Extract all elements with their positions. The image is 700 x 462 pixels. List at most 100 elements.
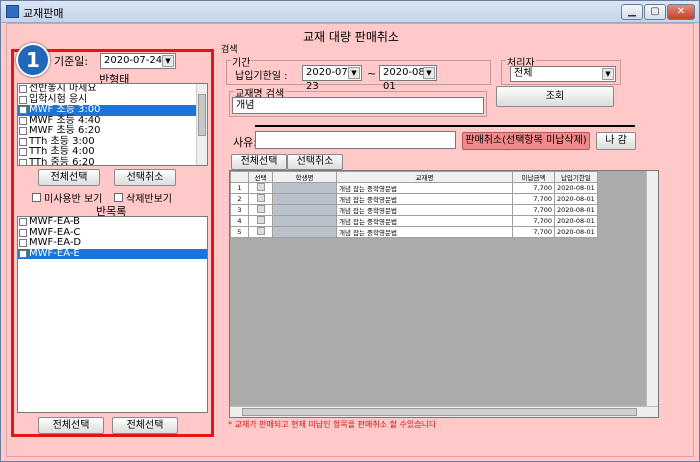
list-item[interactable]: MWF 초등 3:00 xyxy=(18,105,207,116)
checkbox-icon[interactable] xyxy=(19,228,27,237)
cancel-sale-button[interactable]: 판매취소(선택항목 미납삭제) xyxy=(462,132,590,150)
class-select-all-button[interactable]: 전체선택 xyxy=(38,169,100,186)
grid-select-all-button[interactable]: 전체선택 xyxy=(231,154,287,170)
book-name-cell: 개념 잡는 중학영문법 xyxy=(336,182,513,194)
date-value: 2020-07-24 xyxy=(104,55,163,66)
row-checkbox[interactable] xyxy=(248,204,273,216)
checkbox-icon[interactable] xyxy=(19,95,27,104)
class-deselect-button[interactable]: 선택취소 xyxy=(114,169,176,186)
date-to-combo[interactable]: 2020-08-01 ▼ xyxy=(379,65,437,92)
student-name-cell xyxy=(272,182,337,194)
checkbox-icon[interactable] xyxy=(32,193,41,202)
exit-button[interactable]: 나 감 xyxy=(596,132,636,150)
list-item[interactable]: TTh 중등 6:20 xyxy=(18,157,207,165)
list-item-label: MWF-EA-C xyxy=(29,226,81,238)
list-item-label: TTh 초등 4:00 xyxy=(29,146,95,158)
column-header[interactable]: 선택 xyxy=(248,171,273,183)
chevron-down-icon[interactable]: ▼ xyxy=(162,55,174,67)
search-button[interactable]: 조회 xyxy=(496,86,614,107)
maximize-icon[interactable]: ▢ xyxy=(644,4,666,20)
checkbox-icon[interactable] xyxy=(19,158,27,165)
reason-input[interactable] xyxy=(255,131,456,149)
checkbox-icon[interactable]: ✓ xyxy=(19,249,27,258)
chevron-down-icon[interactable]: ▼ xyxy=(423,67,435,79)
close-icon[interactable]: ✕ xyxy=(667,4,695,20)
table-row[interactable]: 5 개념 잡는 중학영문법 7,700 2020-08-01 xyxy=(230,226,598,238)
grid-deselect-button[interactable]: 선택취소 xyxy=(287,154,343,170)
checkbox-icon[interactable] xyxy=(114,193,123,202)
date-to-value: 2020-08-01 xyxy=(383,67,429,92)
book-name-cell: 개념 잡는 중학영문법 xyxy=(336,226,513,238)
column-header[interactable]: 학생명 xyxy=(272,171,337,183)
list-item-label: MWF-EA-D xyxy=(29,237,82,249)
checkbox-icon[interactable] xyxy=(256,227,265,235)
due-date-cell: 2020-08-01 xyxy=(554,204,598,216)
table-row[interactable]: 4 개념 잡는 중학영문법 7,700 2020-08-01 xyxy=(230,215,598,227)
row-checkbox[interactable] xyxy=(248,182,273,194)
form-area: 교재 대량 판매취소 기준일: 2020-07-24 ▼ 반형태 선반놓지 마세… xyxy=(6,23,694,457)
list-item[interactable]: TTh 초등 4:00 xyxy=(18,147,207,158)
date-label: 기준일: xyxy=(54,55,89,68)
date-from-combo[interactable]: 2020-07-23 ▼ xyxy=(302,65,362,92)
date-from-value: 2020-07-23 xyxy=(306,67,352,92)
book-name-cell: 개념 잡는 중학영문법 xyxy=(336,215,513,227)
list-item[interactable]: ✓ MWF-EA-E xyxy=(18,248,207,259)
list-item[interactable]: MWF-EA-B xyxy=(18,217,207,228)
checkbox-icon[interactable] xyxy=(19,85,27,94)
row-number: 4 xyxy=(230,215,249,227)
book-search-input[interactable]: 개념 xyxy=(232,97,484,114)
class-type-list[interactable]: 선반놓지 마세요 입학시험 응시 MWF 초등 3:00 MWF 초등 4:40 MWF… xyxy=(17,83,208,166)
checkbox-icon[interactable] xyxy=(256,183,265,191)
due-date-cell: 2020-08-01 xyxy=(554,193,598,205)
amount-cell: 7,700 xyxy=(512,204,555,216)
class-filter-panel: 기준일: 2020-07-24 ▼ 반형태 선반놓지 마세요 입학시험 응시 MWF… xyxy=(11,49,214,437)
class-list-select-all-button[interactable]: 전체선택 xyxy=(38,417,104,434)
column-header[interactable]: 교재명 xyxy=(336,171,513,183)
checkbox-icon[interactable] xyxy=(19,116,27,125)
reason-label: 사유: xyxy=(233,136,257,149)
chevron-down-icon[interactable]: ▼ xyxy=(602,68,614,80)
table-row[interactable]: 2 개념 잡는 중학영문법 7,700 2020-08-01 xyxy=(230,193,598,205)
class-list-scrollbar[interactable] xyxy=(196,84,207,165)
checkbox-icon[interactable] xyxy=(256,194,265,202)
grid-vertical-scrollbar[interactable] xyxy=(646,171,658,407)
chevron-down-icon[interactable]: ▼ xyxy=(348,67,360,79)
grid-horizontal-scrollbar[interactable] xyxy=(230,406,658,417)
list-item-label: 선반놓지 마세요 xyxy=(29,83,97,95)
sales-grid[interactable]: 선택 학생명 교재명 미납금액 납입기한일 1 개념 잡는 중학영문법 7,700 2… xyxy=(229,170,659,418)
due-date-cell: 2020-08-01 xyxy=(554,226,598,238)
column-header[interactable]: 미납금액 xyxy=(512,171,555,183)
unused-class-checkbox[interactable]: 미사용반 보기 xyxy=(32,190,102,205)
checkbox-icon[interactable] xyxy=(19,106,27,115)
row-number: 2 xyxy=(230,193,249,205)
row-checkbox[interactable] xyxy=(248,193,273,205)
due-date-cell: 2020-08-01 xyxy=(554,215,598,227)
table-row[interactable]: 3 개념 잡는 중학영문법 7,700 2020-08-01 xyxy=(230,204,598,216)
date-combo[interactable]: 2020-07-24 ▼ xyxy=(100,53,176,69)
checkbox-icon[interactable] xyxy=(19,137,27,146)
row-checkbox[interactable] xyxy=(248,226,273,238)
class-list[interactable]: MWF-EA-B MWF-EA-C MWF-EA-D ✓ MWF-EA-E xyxy=(17,216,208,413)
unused-class-label: 미사용반 보기 xyxy=(44,194,103,205)
table-row[interactable]: 1 개념 잡는 중학영문법 7,700 2020-08-01 xyxy=(230,182,598,194)
tilde-label: ~ xyxy=(367,67,377,80)
minimize-icon[interactable]: ▁ xyxy=(621,4,643,20)
handler-combo[interactable]: 전체 ▼ xyxy=(510,66,616,82)
checkbox-icon[interactable] xyxy=(256,216,265,224)
list-item[interactable]: 선반놓지 마세요 xyxy=(18,84,207,95)
checkbox-icon[interactable] xyxy=(19,218,27,227)
column-header[interactable]: 납입기한일 xyxy=(554,171,598,183)
checkbox-icon[interactable] xyxy=(19,239,27,248)
class-list-select-all-button-2[interactable]: 전체선택 xyxy=(112,417,178,434)
divider-line xyxy=(255,125,635,127)
list-item[interactable]: MWF-EA-D xyxy=(18,238,207,249)
student-name-cell xyxy=(272,193,337,205)
amount-cell: 7,700 xyxy=(512,226,555,238)
checkbox-icon[interactable] xyxy=(19,127,27,136)
list-item[interactable]: MWF 초등 6:20 xyxy=(18,126,207,137)
app-icon xyxy=(6,5,19,18)
row-checkbox[interactable] xyxy=(248,215,273,227)
checkbox-icon[interactable] xyxy=(256,205,265,213)
row-number: 5 xyxy=(230,226,249,238)
checkbox-icon[interactable] xyxy=(19,148,27,157)
